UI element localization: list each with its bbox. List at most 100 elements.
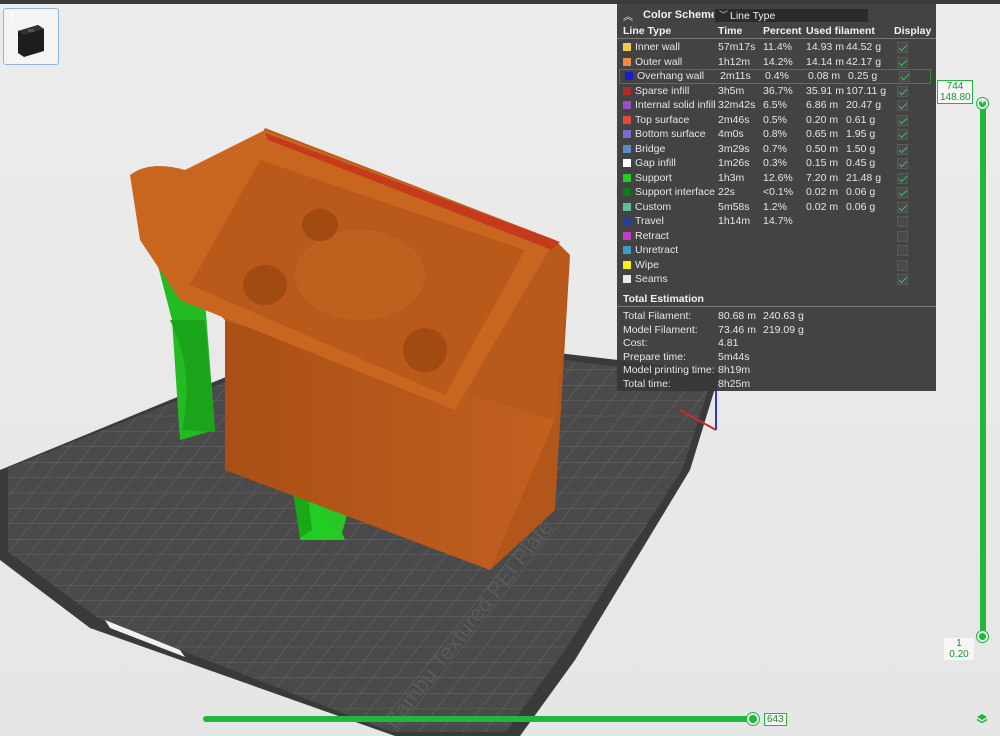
line-type-weight: 0.25 g: [848, 70, 878, 82]
color-swatch: [623, 217, 631, 225]
line-type-time: 1h14m: [718, 215, 751, 227]
display-checkbox[interactable]: [897, 143, 908, 155]
color-swatch: [623, 173, 631, 182]
line-type-time: 57m17s: [718, 41, 756, 53]
line-type-weight: 0.61 g: [846, 113, 876, 126]
display-checkbox[interactable]: [897, 129, 908, 140]
header-display: Display: [894, 25, 932, 37]
line-type-length: 0.15 m: [806, 157, 839, 169]
line-type-weight: 42.17 g: [846, 55, 882, 68]
layers-icon[interactable]: [976, 713, 988, 725]
display-checkbox[interactable]: [897, 216, 908, 227]
line-type-row[interactable]: Internal solid infill 32m42s 6.5% 6.86 m 20.…: [617, 98, 936, 113]
color-swatch: [623, 115, 631, 124]
line-type-row[interactable]: Wipe: [617, 258, 936, 273]
line-type-percent: 11.4%: [763, 41, 792, 53]
move-slider-handle[interactable]: [747, 713, 759, 725]
move-slider-track[interactable]: [203, 716, 754, 722]
display-checkbox[interactable]: [897, 100, 908, 111]
line-type-name: Support interface: [635, 186, 715, 198]
plate-thumbnail[interactable]: 1: [3, 8, 59, 65]
line-type-row[interactable]: Gap infill 1m26s 0.3% 0.15 m 0.45 g: [617, 156, 936, 171]
estimation-value-1: 4.81: [718, 337, 739, 350]
line-type-percent: 36.7%: [763, 84, 793, 97]
line-type-time: 3h5m: [718, 84, 745, 97]
layer-slider-track[interactable]: [980, 104, 986, 637]
line-type-name: Top surface: [635, 113, 690, 126]
display-checkbox[interactable]: [897, 85, 908, 97]
display-checkbox[interactable]: [897, 245, 908, 256]
line-type-name: Sparse infill: [635, 84, 690, 97]
display-checkbox[interactable]: [897, 42, 908, 53]
line-type-weight: 1.95 g: [846, 128, 876, 140]
header-time: Time: [718, 25, 743, 37]
estimation-value-2: 240.63 g: [763, 310, 804, 322]
display-checkbox[interactable]: [897, 230, 908, 242]
display-checkbox[interactable]: [897, 158, 908, 169]
line-type-row[interactable]: Support 1h3m 12.6% 7.20 m 21.48 g: [617, 171, 936, 186]
layer-slider-bottom-handle[interactable]: [977, 631, 988, 642]
layer-bottom-height: 0.20: [949, 649, 969, 660]
line-type-row[interactable]: Unretract: [617, 243, 936, 258]
display-checkbox[interactable]: [897, 187, 908, 198]
line-type-name: Support: [635, 171, 672, 184]
line-type-row[interactable]: Travel 1h14m 14.7%: [617, 214, 936, 229]
line-type-percent: 0.5%: [763, 113, 787, 126]
display-checkbox[interactable]: [897, 114, 908, 126]
estimation-value-1: 5m44s: [718, 350, 750, 363]
line-type-weight: 21.48 g: [846, 171, 882, 184]
panel-title: Color Scheme: [643, 9, 717, 21]
header-line-type: Line Type: [623, 25, 672, 37]
line-type-row[interactable]: Bridge 3m29s 0.7% 0.50 m 1.50 g: [617, 142, 936, 157]
estimation-value-1: 8h19m: [718, 364, 751, 377]
estimation-divider: [617, 306, 936, 307]
line-type-time: 4m0s: [718, 128, 744, 140]
line-type-name: Internal solid infill: [635, 99, 716, 111]
layer-bottom-number: 1: [956, 638, 962, 649]
color-swatch: [623, 202, 631, 211]
line-type-name: Bottom surface: [635, 128, 706, 140]
layer-top-label: 744 148.80: [937, 80, 973, 104]
layer-slider-top-handle[interactable]: +: [977, 96, 988, 109]
display-checkbox[interactable]: [897, 56, 908, 68]
estimation-row: Model Filament: 73.46 m 219.09 g: [617, 324, 936, 338]
line-type-length: 6.86 m: [806, 99, 839, 111]
estimation-row: Total time: 8h25m: [617, 378, 936, 392]
line-type-length: 14.93 m: [806, 41, 844, 53]
line-type-name: Travel: [635, 215, 664, 227]
display-checkbox[interactable]: [897, 274, 908, 285]
line-type-name: Retract: [635, 229, 669, 242]
line-type-percent: 14.7%: [763, 215, 793, 227]
line-type-row[interactable]: Support interface 22s <0.1% 0.02 m 0.06 g: [617, 185, 936, 200]
line-type-row[interactable]: Bottom surface 4m0s 0.8% 0.65 m 1.95 g: [617, 127, 936, 142]
color-swatch: [623, 246, 631, 254]
line-type-row[interactable]: Custom 5m58s 1.2% 0.02 m 0.06 g: [617, 200, 936, 215]
color-scheme-select[interactable]: ﹀ Line Type: [714, 8, 869, 23]
estimation-title: Total Estimation: [623, 293, 704, 305]
line-type-row[interactable]: Sparse infill 3h5m 36.7% 35.91 m 107.11 g: [617, 84, 936, 99]
line-type-percent: 1.2%: [763, 200, 787, 213]
line-type-percent: 0.3%: [763, 157, 787, 169]
estimation-value-1: 8h25m: [718, 378, 751, 390]
display-checkbox[interactable]: [899, 71, 910, 82]
estimation-value-1: 73.46 m: [718, 323, 756, 336]
line-type-name: Seams: [635, 273, 668, 285]
line-type-percent: 6.5%: [763, 99, 787, 111]
line-type-time: 2m46s: [718, 113, 750, 126]
line-type-row[interactable]: Retract: [617, 229, 936, 244]
display-checkbox[interactable]: [897, 259, 908, 271]
collapse-icon[interactable]: ︽: [623, 8, 633, 23]
line-type-row[interactable]: Seams: [617, 272, 936, 287]
line-type-weight: 0.06 g: [846, 186, 876, 198]
line-type-weight: 0.45 g: [846, 157, 876, 169]
line-type-row[interactable]: Outer wall 1h12m 14.2% 14.14 m 42.17 g: [617, 55, 936, 70]
color-swatch: [623, 159, 631, 167]
display-checkbox[interactable]: [897, 201, 908, 213]
line-type-row[interactable]: Overhang wall 2m11s 0.4% 0.08 m 0.25 g: [619, 69, 931, 84]
line-type-row[interactable]: Top surface 2m46s 0.5% 0.20 m 0.61 g: [617, 113, 936, 128]
line-type-length: 0.50 m: [806, 142, 839, 155]
line-type-row[interactable]: Inner wall 57m17s 11.4% 14.93 m 44.52 g: [617, 40, 936, 55]
line-type-weight: 107.11 g: [846, 84, 887, 97]
line-type-length: 7.20 m: [806, 171, 839, 184]
display-checkbox[interactable]: [897, 172, 908, 184]
